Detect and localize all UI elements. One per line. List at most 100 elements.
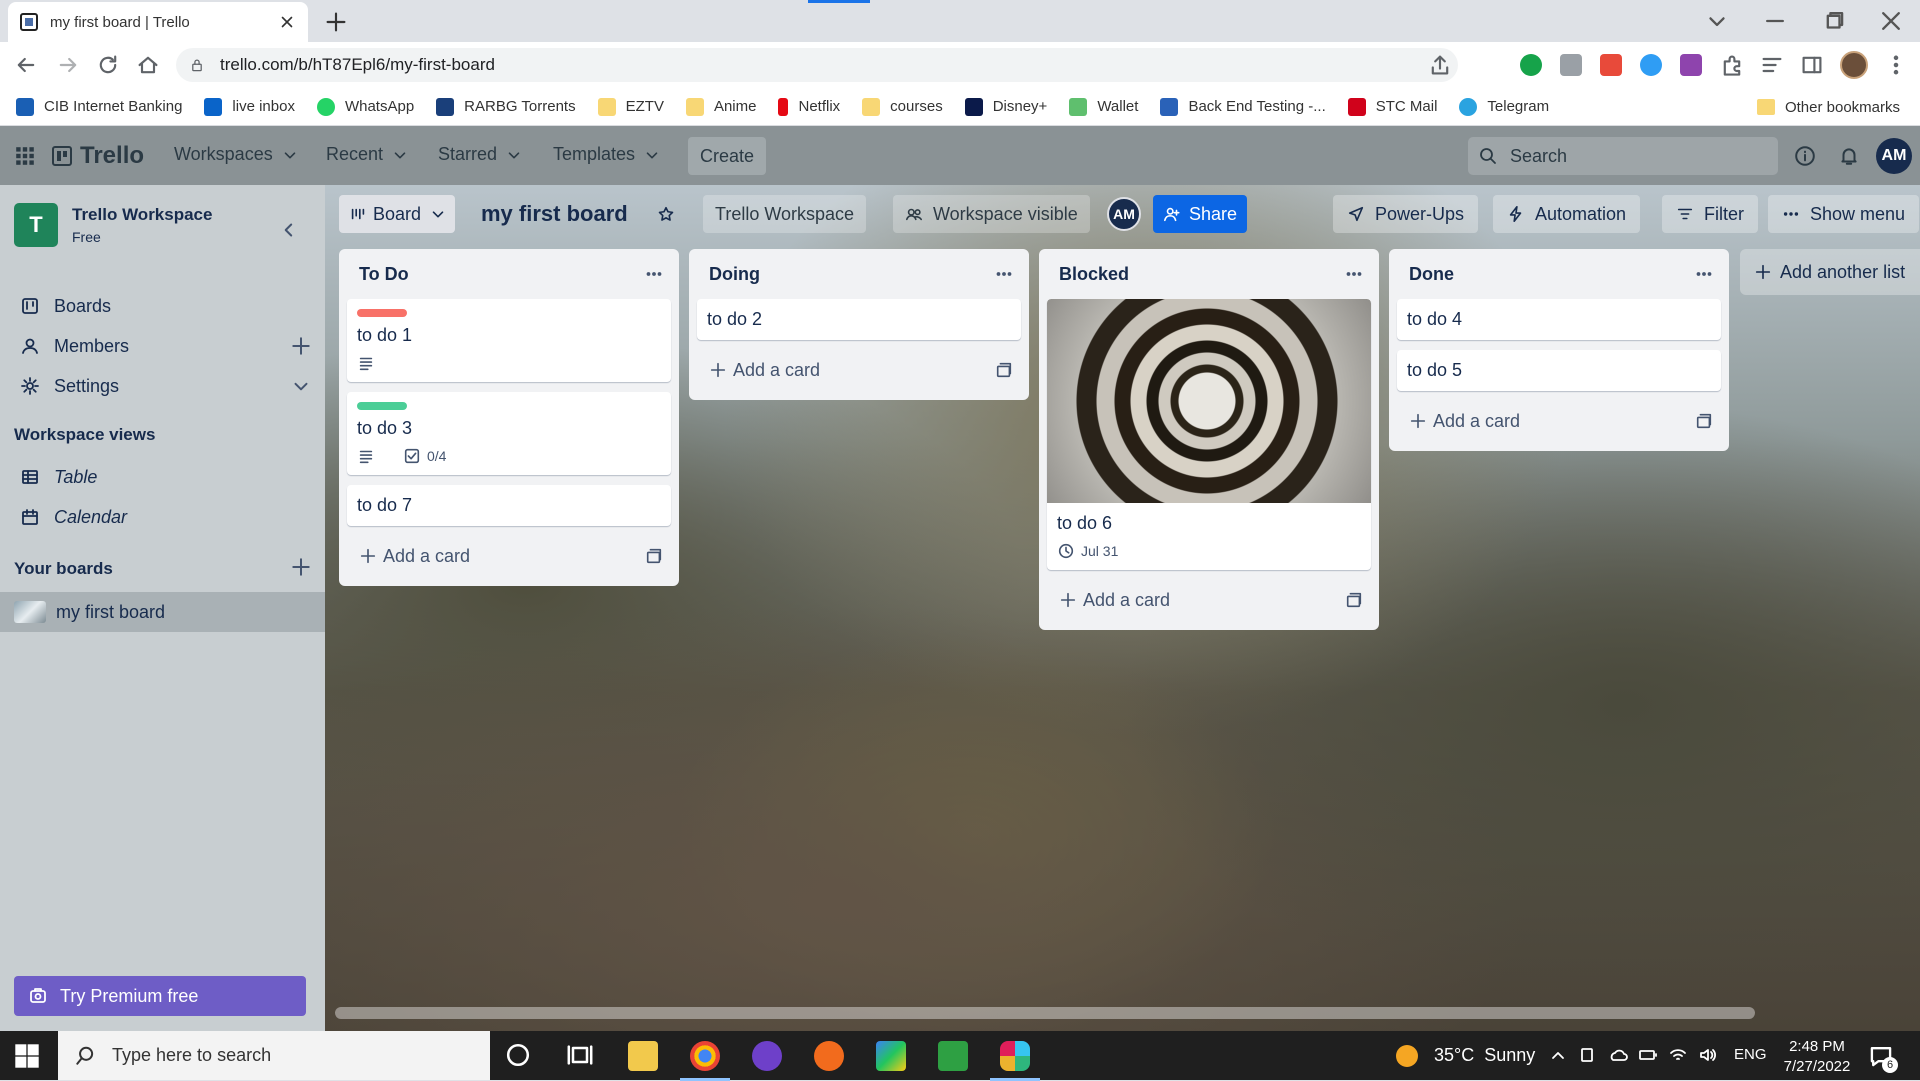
home-icon[interactable]	[136, 53, 160, 77]
card-template-icon[interactable]	[995, 361, 1013, 379]
sidebar-board-my-first-board[interactable]: my first board	[0, 592, 325, 632]
board-view-switcher[interactable]: Board	[339, 195, 455, 233]
bookmark-cib[interactable]: CIB Internet Banking	[16, 97, 182, 116]
onedrive-icon[interactable]	[1608, 1045, 1628, 1065]
card-to-do-2[interactable]: to do 2	[697, 299, 1021, 340]
slack-icon[interactable]	[990, 1041, 1040, 1081]
side-panel-icon[interactable]	[1800, 53, 1824, 77]
chevron-down-icon[interactable]	[290, 375, 312, 397]
recent-menu[interactable]: Recent	[326, 144, 409, 165]
bookmark-wallet[interactable]: Wallet	[1069, 97, 1138, 116]
create-button[interactable]: Create	[688, 137, 766, 175]
chrome-icon[interactable]	[680, 1041, 730, 1081]
list-title[interactable]: To Do	[359, 264, 409, 285]
bookmark-netflix[interactable]: Netflix	[778, 97, 840, 116]
extensions-puzzle-icon[interactable]	[1720, 53, 1744, 77]
extension-twitch-icon[interactable]	[1680, 54, 1702, 76]
card-to-do-6[interactable]: to do 6 Jul 31	[1047, 299, 1371, 570]
lock-icon[interactable]	[190, 58, 204, 72]
star-board-button[interactable]	[647, 195, 685, 233]
try-premium-button[interactable]: Try Premium free	[14, 976, 306, 1016]
list-to-do[interactable]: To Do to do 1 to do 3 0/4 to do 7 Add a …	[339, 249, 679, 586]
share-button[interactable]: Share	[1153, 195, 1247, 233]
due-date[interactable]: Jul 31	[1081, 543, 1118, 559]
automation-button[interactable]: Automation	[1493, 195, 1641, 233]
postman-icon[interactable]	[814, 1041, 844, 1071]
bookmark-anime[interactable]: Anime	[685, 97, 756, 116]
task-view-icon[interactable]	[566, 1041, 594, 1069]
card-template-icon[interactable]	[1695, 412, 1713, 430]
starred-menu[interactable]: Starred	[438, 144, 523, 165]
browser-menu-icon[interactable]	[1884, 53, 1908, 77]
list-title[interactable]: Done	[1409, 264, 1454, 285]
share-page-icon[interactable]	[1428, 53, 1452, 77]
new-tab-icon[interactable]	[324, 10, 348, 34]
reading-list-icon[interactable]	[1760, 53, 1784, 77]
close-tab-icon[interactable]	[278, 13, 296, 31]
reload-icon[interactable]	[96, 53, 120, 77]
bookmark-eztv[interactable]: EZTV	[597, 97, 664, 116]
taskbar-clock[interactable]: 2:48 PM 7/27/2022	[1776, 1037, 1858, 1077]
list-blocked[interactable]: Blocked to do 6 Jul 31 Add a card	[1039, 249, 1379, 630]
card-label-green[interactable]	[357, 402, 407, 410]
wifi-icon[interactable]	[1668, 1045, 1688, 1065]
board-member-avatar[interactable]: AM	[1107, 197, 1141, 231]
sidebar-item-calendar[interactable]: Calendar	[20, 500, 127, 534]
info-icon[interactable]	[1794, 145, 1816, 167]
input-language[interactable]: ENG	[1734, 1046, 1767, 1063]
extension-cloud-icon[interactable]	[1640, 54, 1662, 76]
board-horizontal-scrollbar[interactable]	[335, 1007, 1755, 1019]
remote-desktop-icon[interactable]	[938, 1041, 968, 1071]
app-cube-icon[interactable]	[876, 1041, 906, 1071]
extension-pdf-icon[interactable]	[1600, 54, 1622, 76]
notifications-bell-icon[interactable]	[1838, 145, 1860, 167]
list-actions-icon[interactable]	[993, 263, 1015, 285]
add-card-button[interactable]: Add a card	[709, 360, 820, 381]
battery-icon[interactable]	[1638, 1045, 1658, 1065]
board-title[interactable]: my first board	[475, 195, 634, 233]
bookmark-disney[interactable]: Disney+	[964, 97, 1047, 116]
forward-icon[interactable]	[56, 53, 80, 77]
sidebar-item-settings[interactable]: Settings	[20, 369, 119, 403]
app-switcher-icon[interactable]	[14, 145, 36, 167]
taskbar-search-input[interactable]: Type here to search	[58, 1031, 490, 1080]
bookmark-telegram[interactable]: Telegram	[1459, 97, 1549, 116]
minimize-icon[interactable]	[1762, 8, 1788, 34]
sidebar-item-boards[interactable]: Boards	[20, 289, 111, 323]
list-done[interactable]: Done to do 4 to do 5 Add a card	[1389, 249, 1729, 451]
filter-button[interactable]: Filter	[1662, 195, 1758, 233]
browser-profile-avatar[interactable]	[1840, 51, 1868, 79]
card-to-do-4[interactable]: to do 4	[1397, 299, 1721, 340]
weather-widget[interactable]: 35°C Sunny	[1396, 1031, 1535, 1080]
browser-tab[interactable]: my first board | Trello	[8, 2, 308, 42]
sidebar-item-table[interactable]: Table	[20, 460, 97, 494]
card-label-red[interactable]	[357, 309, 407, 317]
github-desktop-icon[interactable]	[752, 1041, 782, 1071]
add-card-button[interactable]: Add a card	[1059, 590, 1170, 611]
extension-grid-icon[interactable]	[1560, 54, 1582, 76]
card-to-do-7[interactable]: to do 7	[347, 485, 671, 526]
search-input[interactable]: Search	[1468, 137, 1778, 175]
card-to-do-1[interactable]: to do 1	[347, 299, 671, 382]
workspace-button[interactable]: Trello Workspace	[703, 195, 867, 233]
file-explorer-icon[interactable]	[628, 1041, 658, 1071]
card-template-icon[interactable]	[645, 547, 663, 565]
list-title[interactable]: Doing	[709, 264, 760, 285]
show-hidden-icons-icon[interactable]	[1548, 1045, 1568, 1065]
bookmark-rarbg[interactable]: RARBG Torrents	[436, 97, 576, 116]
show-menu-button[interactable]: Show menu	[1768, 195, 1920, 233]
card-to-do-5[interactable]: to do 5	[1397, 350, 1721, 391]
add-member-icon[interactable]	[290, 335, 312, 357]
card-to-do-3[interactable]: to do 3 0/4	[347, 392, 671, 475]
other-bookmarks[interactable]: Other bookmarks	[1756, 88, 1900, 126]
volume-icon[interactable]	[1698, 1045, 1718, 1065]
list-doing[interactable]: Doing to do 2 Add a card	[689, 249, 1029, 400]
trello-logo[interactable]: Trello	[52, 140, 144, 172]
list-actions-icon[interactable]	[643, 263, 665, 285]
cortana-icon[interactable]	[504, 1041, 532, 1069]
address-bar[interactable]: trello.com/b/hT87Epl6/my-first-board	[176, 48, 1458, 82]
bookmark-live-inbox[interactable]: live inbox	[204, 97, 295, 116]
list-title[interactable]: Blocked	[1059, 264, 1129, 285]
sidebar-item-members[interactable]: Members	[20, 329, 129, 363]
add-board-icon[interactable]	[290, 556, 312, 578]
